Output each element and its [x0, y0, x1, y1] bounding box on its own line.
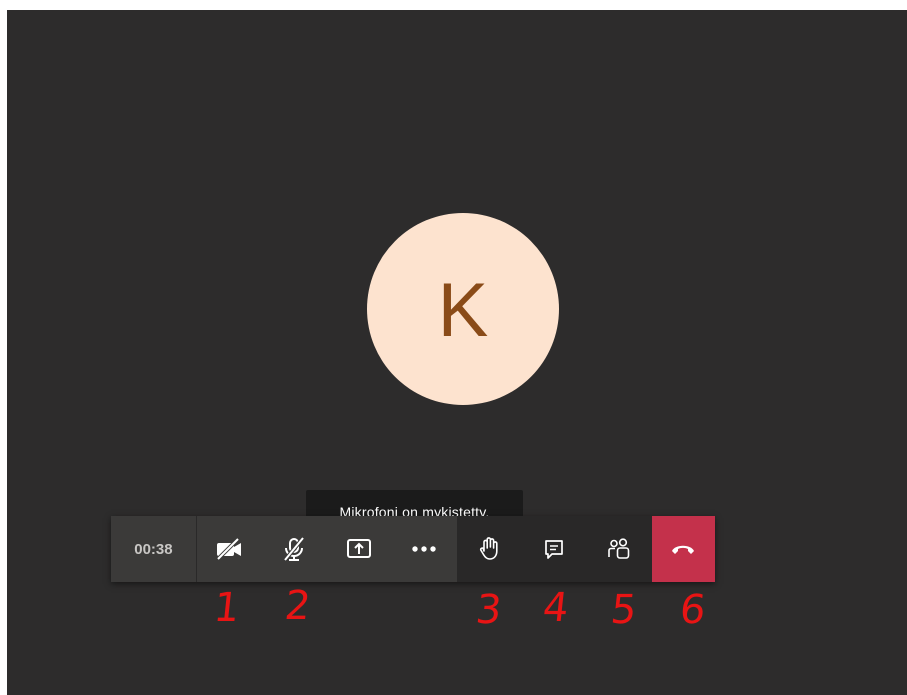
- share-screen-icon: [347, 539, 372, 558]
- participants-button[interactable]: [587, 516, 652, 582]
- annotation-number: 3: [473, 587, 504, 633]
- annotation-number: 6: [677, 587, 708, 633]
- call-timer: 00:38: [111, 516, 196, 582]
- raise-hand-button[interactable]: [457, 516, 522, 582]
- participant-avatar: K: [367, 213, 559, 405]
- mic-off-icon: [283, 536, 305, 562]
- annotation-number: 2: [282, 583, 313, 629]
- mic-toggle-button[interactable]: [262, 516, 327, 582]
- camera-toggle-button[interactable]: [197, 516, 262, 582]
- hang-up-icon: [672, 545, 695, 554]
- avatar-initial: K: [437, 268, 489, 353]
- chat-button[interactable]: [522, 516, 587, 582]
- mute-tooltip: Mikrofoni on mykistetty.: [306, 490, 523, 520]
- more-icon: [412, 546, 437, 552]
- chat-icon: [545, 540, 564, 559]
- call-timer-text: 00:38: [134, 540, 173, 558]
- toolbar-media-group: [195, 516, 457, 582]
- call-toolbar: 00:38: [111, 516, 715, 582]
- more-actions-button[interactable]: [392, 516, 457, 582]
- people-icon: [608, 538, 630, 559]
- video-off-icon: [216, 537, 242, 561]
- hang-up-button[interactable]: [651, 516, 715, 582]
- share-screen-button[interactable]: [327, 516, 392, 582]
- call-stage: K: [7, 10, 907, 695]
- hand-icon: [480, 537, 498, 560]
- annotation-number: 4: [540, 585, 571, 631]
- annotation-number: 1: [211, 585, 242, 631]
- toolbar-collab-group: [456, 516, 652, 582]
- annotation-number: 5: [608, 587, 639, 633]
